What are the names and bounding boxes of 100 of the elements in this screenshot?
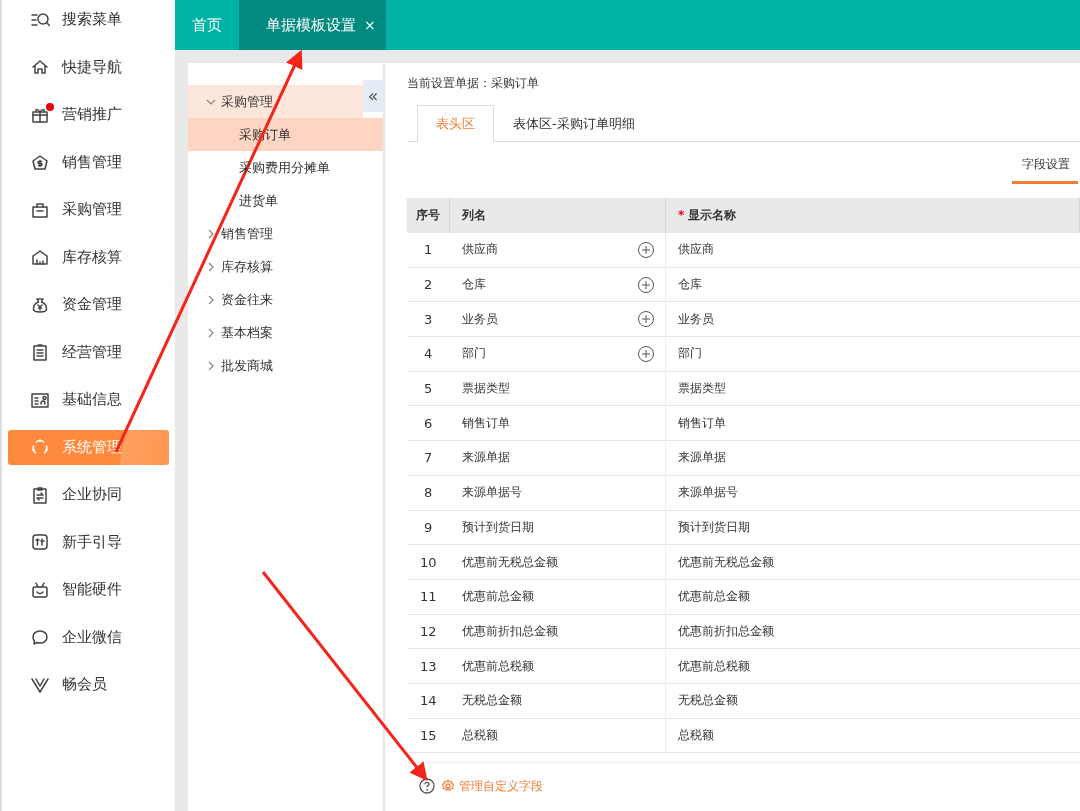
table-cell: 预计到货日期 — [461, 518, 534, 536]
table-cell: 供应商 — [665, 233, 1080, 268]
warehouse-icon — [30, 247, 50, 267]
table-cell: 8 — [407, 475, 450, 510]
current-document-label: 当前设置单据：采购订单 — [407, 75, 540, 92]
table-cell: 6 — [407, 405, 450, 441]
table-cell: 11 — [407, 579, 450, 615]
column-header: * 显示名称 — [665, 198, 1080, 233]
column-header: 序号 — [407, 198, 450, 233]
table-cell: 供应商 — [461, 241, 498, 259]
table-cell: 7 — [407, 440, 450, 476]
table-cell: 来源单据 — [461, 449, 510, 467]
sidebar-item[interactable]: 库存核算 — [8, 239, 169, 275]
table-cell: 仓库 — [665, 267, 1080, 302]
table-cell: 9 — [407, 510, 450, 545]
circle-dots-icon — [30, 437, 50, 457]
new-badge-icon — [30, 532, 50, 552]
table-cell: 3 — [407, 301, 450, 337]
tree-item[interactable]: 基本档案 — [188, 316, 383, 349]
sidebar-label: 资金管理 — [62, 295, 122, 314]
table-cell: 部门 — [665, 336, 1080, 372]
table-cell: 业务员 — [461, 310, 498, 328]
help-icon — [419, 778, 435, 794]
tab[interactable]: 单据模板设置 × — [239, 0, 386, 50]
home-icon — [30, 57, 50, 77]
sidebar-label: 库存核算 — [62, 247, 122, 267]
column-header: 列名 — [449, 198, 666, 233]
sidebar-label: 营销推广 — [62, 105, 122, 124]
sidebar-item[interactable]: 基础信息 — [8, 382, 169, 417]
sidebar-item[interactable]: 经营管理 — [8, 334, 169, 370]
sidebar-label: 企业协同 — [62, 485, 122, 504]
sidebar-label: 销售管理 — [62, 152, 122, 172]
table-cell: 4 — [407, 336, 450, 372]
table-cell: 销售订单 — [461, 414, 510, 432]
table-cell: 12 — [407, 614, 450, 649]
table-cell: 10 — [407, 544, 450, 580]
table-cell: 15 — [407, 718, 450, 753]
table-cell: 业务员 — [665, 301, 1080, 337]
sidebar-item[interactable]: 采购管理 — [8, 192, 169, 227]
table-cell: 销售订单 — [665, 405, 1080, 441]
sidebar-label: 基础信息 — [62, 390, 122, 409]
sidebar-label: 畅会员 — [62, 675, 107, 694]
sidebar-item[interactable]: 搜索菜单 — [8, 2, 169, 37]
table-cell: 优惠前总金额 — [665, 579, 1080, 615]
tab[interactable]: 字段设置 — [1012, 152, 1078, 184]
table-cell: 票据类型 — [461, 380, 510, 398]
sidebar-item[interactable]: 畅会员 — [8, 667, 169, 702]
tab[interactable]: 表体区-采购订单明细 — [494, 105, 654, 142]
tree-item[interactable]: 库存核算 — [188, 250, 383, 283]
chat-bubble-icon — [30, 627, 50, 647]
plus-icon[interactable] — [637, 275, 655, 294]
sidebar-item[interactable]: 企业协同 — [8, 477, 169, 512]
tree-item[interactable]: 资金往来 — [188, 283, 383, 316]
sidebar-label: 智能硬件 — [62, 580, 122, 599]
plus-icon[interactable] — [637, 344, 655, 363]
table-cell: 总税额 — [665, 718, 1080, 753]
table-cell: 优惠前无税总金额 — [665, 544, 1080, 580]
sidebar-item[interactable]: 营销推广 — [8, 97, 169, 132]
plus-icon[interactable] — [637, 310, 655, 329]
sidebar-label: 搜索菜单 — [62, 10, 122, 29]
table-cell: 仓库 — [461, 276, 486, 294]
close-icon[interactable]: × — [364, 17, 376, 33]
table-cell: 优惠前折扣总金额 — [461, 622, 558, 640]
table-cell: 来源单据 — [665, 440, 1080, 476]
table-cell: 5 — [407, 371, 450, 406]
table-cell: 1 — [407, 233, 450, 268]
table-cell: 优惠前总税额 — [665, 648, 1080, 684]
table-cell: 优惠前折扣总金额 — [665, 614, 1080, 649]
tree-item[interactable]: 销售管理 — [188, 217, 383, 250]
gear-icon — [441, 779, 455, 793]
collapse-button[interactable]: « — [363, 80, 383, 112]
sidebar-label: 快捷导航 — [62, 57, 122, 77]
table-cell: 13 — [407, 648, 450, 684]
tree-item[interactable]: 批发商城 — [188, 349, 383, 382]
plus-icon[interactable] — [637, 240, 655, 259]
clipboard-icon — [30, 484, 50, 505]
table-cell: 预计到货日期 — [665, 510, 1080, 545]
table-cell: 14 — [407, 683, 450, 719]
sidebar-item[interactable]: 快捷导航 — [8, 49, 169, 85]
robot-icon — [30, 579, 50, 600]
table-cell: 优惠前总金额 — [461, 588, 534, 606]
dollar-house-icon — [30, 152, 50, 172]
clipboard-icon — [30, 342, 50, 362]
sidebar-item[interactable]: 企业微信 — [8, 619, 169, 655]
tree-item[interactable]: 进货单 — [188, 184, 383, 217]
table-cell: 来源单据号 — [665, 475, 1080, 510]
table-cell: 来源单据号 — [461, 484, 522, 502]
sidebar-label: 采购管理 — [62, 200, 122, 219]
table-cell: 部门 — [461, 345, 486, 363]
table-cell: 总税额 — [461, 726, 498, 744]
table-cell: 2 — [407, 267, 450, 302]
sidebar-label: 新手引导 — [62, 532, 122, 552]
table-cell: 无税总金额 — [461, 692, 522, 710]
sidebar-item[interactable]: 智能硬件 — [8, 572, 169, 607]
table-cell: 无税总金额 — [665, 683, 1080, 719]
table-cell: 票据类型 — [665, 371, 1080, 406]
sidebar-item[interactable]: 资金管理 — [8, 287, 169, 322]
tree-item[interactable]: 采购管理 — [188, 85, 363, 118]
sidebar-item[interactable]: 销售管理 — [8, 144, 169, 180]
sidebar-item[interactable]: 新手引导 — [8, 524, 169, 560]
